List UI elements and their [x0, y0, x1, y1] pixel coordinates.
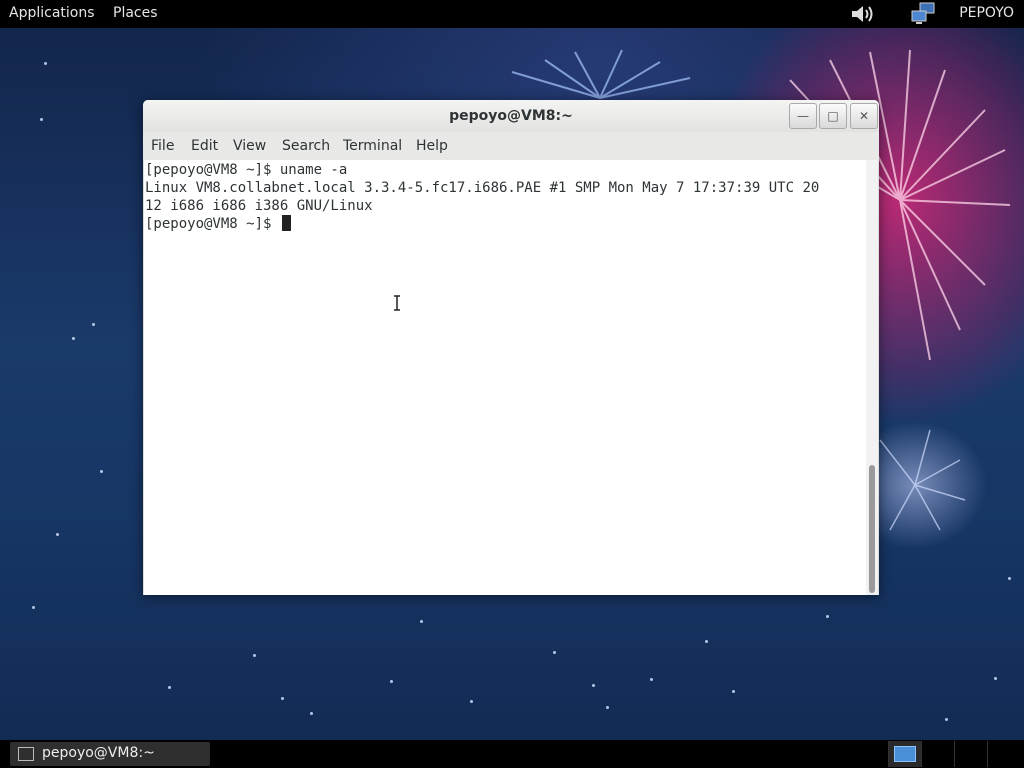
star [44, 62, 47, 65]
title-bar[interactable]: pepoyo@VM8:~ — □ ✕ [143, 100, 879, 132]
star [553, 651, 556, 654]
scrollbar[interactable] [866, 160, 878, 595]
star [420, 620, 423, 623]
workspace-3[interactable] [954, 741, 987, 767]
maximize-button[interactable]: □ [819, 103, 847, 129]
menu-file[interactable]: File [151, 138, 174, 154]
star [826, 615, 829, 618]
user-menu[interactable]: PEPOYO [959, 5, 1014, 21]
star [32, 606, 35, 609]
bottom-panel: pepoyo@VM8:~ [0, 740, 1024, 768]
network-icon[interactable] [910, 2, 936, 26]
star [994, 677, 997, 680]
star [100, 470, 103, 473]
scrollbar-thumb[interactable] [869, 465, 875, 593]
workspace-2[interactable] [921, 741, 954, 767]
terminal-line: Linux VM8.collabnet.local 3.3.4-5.fc17.i… [145, 180, 820, 196]
workspace-4[interactable] [987, 741, 1020, 767]
star [732, 690, 735, 693]
star [606, 706, 609, 709]
star [650, 678, 653, 681]
star [390, 680, 393, 683]
terminal-output[interactable]: [pepoyo@VM8 ~]$ uname -a Linux VM8.colla… [144, 160, 866, 595]
star [92, 323, 95, 326]
star [56, 533, 59, 536]
applications-menu[interactable]: Applications [9, 5, 95, 21]
close-icon: ✕ [858, 109, 870, 123]
maximize-icon: □ [827, 109, 839, 123]
menu-bar: File Edit View Search Terminal Help [143, 132, 879, 160]
ibeam-cursor-icon [394, 295, 400, 311]
star [1008, 577, 1011, 580]
close-button[interactable]: ✕ [850, 103, 878, 129]
star [281, 697, 284, 700]
volume-icon[interactable] [850, 3, 874, 25]
minimize-button[interactable]: — [789, 103, 817, 129]
star [40, 118, 43, 121]
terminal-line: 12 i686 i686 i386 GNU/Linux [145, 198, 373, 214]
menu-terminal[interactable]: Terminal [343, 138, 402, 154]
terminal-prompt: [pepoyo@VM8 ~]$ [145, 216, 280, 232]
terminal-prompt-line: [pepoyo@VM8 ~]$ [145, 215, 291, 233]
terminal-window: pepoyo@VM8:~ — □ ✕ File Edit View Search… [143, 100, 879, 595]
workspace-window-preview [894, 746, 916, 762]
text-cursor [281, 215, 291, 231]
star [168, 686, 171, 689]
menu-edit[interactable]: Edit [191, 138, 218, 154]
menu-view[interactable]: View [233, 138, 266, 154]
star [945, 718, 948, 721]
terminal-line: [pepoyo@VM8 ~]$ uname -a [145, 162, 348, 178]
minimize-icon: — [797, 109, 809, 123]
star [310, 712, 313, 715]
star [72, 337, 75, 340]
window-title: pepoyo@VM8:~ [449, 108, 573, 124]
menu-help[interactable]: Help [416, 138, 448, 154]
star [470, 700, 473, 703]
taskbar-item-terminal[interactable]: pepoyo@VM8:~ [10, 742, 210, 766]
taskbar-item-label: pepoyo@VM8:~ [42, 745, 155, 761]
star [253, 654, 256, 657]
places-menu[interactable]: Places [113, 5, 158, 21]
menu-search[interactable]: Search [282, 138, 330, 154]
star [705, 640, 708, 643]
terminal-icon [18, 747, 34, 761]
top-panel: Applications Places PEPOYO [0, 0, 1024, 28]
workspace-1[interactable] [888, 741, 921, 767]
star [592, 684, 595, 687]
